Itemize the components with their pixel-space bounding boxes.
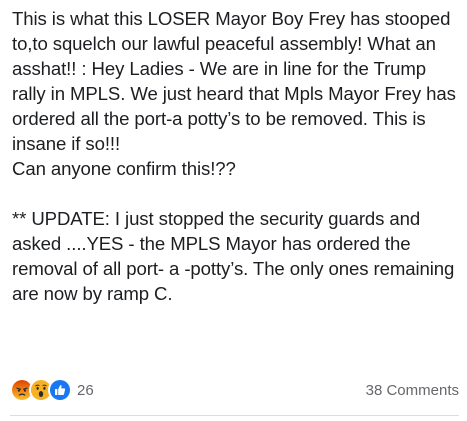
- comments-count-link[interactable]: 38 Comments: [366, 382, 459, 399]
- reactions-summary[interactable]: 26: [10, 378, 94, 402]
- post-body: This is what this LOSER Mayor Boy Frey h…: [12, 6, 464, 306]
- post: This is what this LOSER Mayor Boy Frey h…: [0, 0, 467, 421]
- reaction-count[interactable]: 26: [77, 382, 94, 399]
- post-paragraph-update: ** UPDATE: I just stopped the security g…: [12, 208, 460, 304]
- footer-divider: [10, 415, 459, 416]
- post-paragraph-question: Can anyone confirm this!??: [12, 158, 236, 179]
- post-paragraph-main: This is what this LOSER Mayor Boy Frey h…: [12, 8, 461, 154]
- reaction-icons[interactable]: [10, 378, 72, 402]
- post-footer: 26 38 Comments: [10, 377, 459, 403]
- like-react-icon[interactable]: [48, 378, 72, 402]
